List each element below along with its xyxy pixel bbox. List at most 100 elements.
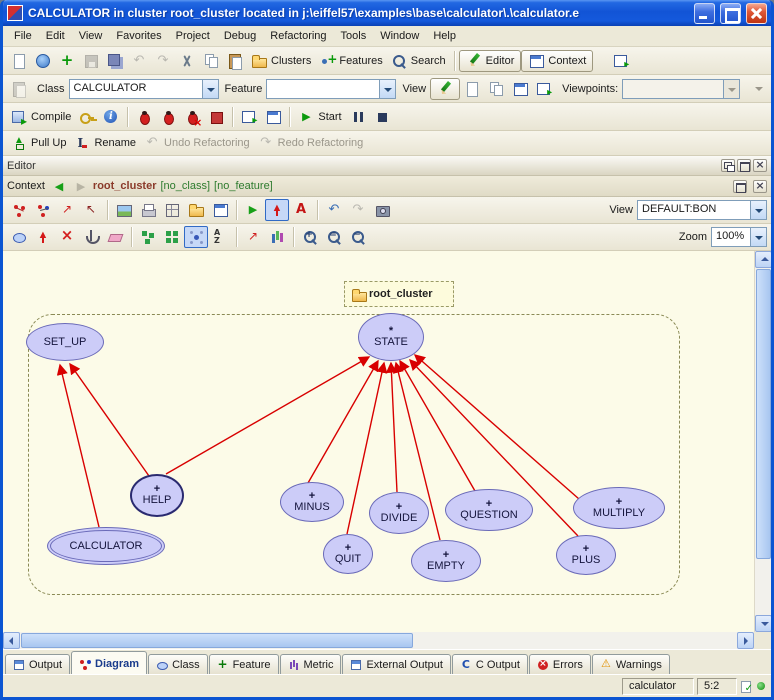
editor-toggle-button[interactable]: Editor bbox=[459, 50, 522, 72]
context-no-feature-crumb[interactable]: [no_feature] bbox=[214, 180, 273, 192]
open-project-button[interactable] bbox=[31, 50, 55, 72]
class-node-help[interactable]: +HELP bbox=[130, 474, 184, 517]
layout-grid-button[interactable] bbox=[160, 199, 184, 221]
tab-warnings[interactable]: Warnings bbox=[592, 654, 670, 674]
redo-button[interactable] bbox=[151, 50, 175, 72]
class-node-calculator[interactable]: CALCULATOR bbox=[47, 527, 165, 565]
zoom-out-button[interactable]: − bbox=[346, 226, 370, 248]
menu-favorites[interactable]: Favorites bbox=[109, 28, 168, 44]
diagram-canvas[interactable]: root_cluster SET_UP*STATE+HELPCALCULATOR… bbox=[3, 251, 754, 632]
class-links-button[interactable] bbox=[7, 199, 31, 221]
context-no-class-crumb[interactable]: [no_class] bbox=[161, 180, 211, 192]
vertical-scroll-track[interactable] bbox=[755, 560, 771, 615]
diagram-undo-button[interactable] bbox=[322, 199, 346, 221]
pull-up-button[interactable]: Pull Up bbox=[7, 132, 70, 154]
class-node-quit[interactable]: +QUIT bbox=[323, 534, 373, 574]
menu-edit[interactable]: Edit bbox=[39, 28, 72, 44]
new-document-button[interactable] bbox=[7, 50, 31, 72]
close-pane-button[interactable] bbox=[753, 159, 767, 172]
context-cluster-crumb[interactable]: root_cluster bbox=[93, 180, 157, 192]
tab-errors[interactable]: Errors bbox=[529, 654, 591, 674]
zoom-in-button[interactable]: + bbox=[298, 226, 322, 248]
close-button[interactable] bbox=[746, 3, 767, 24]
redo-refactoring-button[interactable]: Redo Refactoring bbox=[254, 132, 368, 154]
rename-button[interactable]: Rename bbox=[70, 132, 140, 154]
debug-step-button[interactable] bbox=[156, 106, 180, 128]
diagram-view-combobox[interactable]: DEFAULT:BON bbox=[637, 200, 767, 220]
menu-file[interactable]: File bbox=[7, 28, 39, 44]
text-label-button[interactable] bbox=[289, 199, 313, 221]
clusters-button[interactable]: Clusters bbox=[247, 50, 315, 72]
menu-tools[interactable]: Tools bbox=[334, 28, 374, 44]
zoom-arrow-icon[interactable] bbox=[750, 228, 766, 246]
feature-combobox-arrow-icon[interactable] bbox=[379, 80, 395, 98]
features-button[interactable]: Features bbox=[315, 50, 386, 72]
breakpoints-button[interactable] bbox=[204, 106, 228, 128]
project-info-button[interactable] bbox=[99, 106, 123, 128]
scroll-right-button[interactable] bbox=[737, 632, 754, 649]
menu-debug[interactable]: Debug bbox=[217, 28, 263, 44]
export-image-button[interactable] bbox=[112, 199, 136, 221]
zoom-fit-button[interactable]: = bbox=[322, 226, 346, 248]
attach-window-button[interactable] bbox=[237, 106, 261, 128]
scroll-up-button[interactable] bbox=[755, 251, 772, 268]
vertical-scrollbar[interactable] bbox=[754, 251, 771, 632]
zoom-combobox[interactable]: 100% bbox=[711, 227, 767, 247]
horizontal-scrollbar[interactable] bbox=[3, 632, 754, 649]
flat-view-button[interactable] bbox=[460, 78, 484, 100]
new-inheritance-button[interactable] bbox=[31, 226, 55, 248]
horizontal-scroll-thumb[interactable] bbox=[21, 633, 413, 648]
print-diagram-button[interactable] bbox=[136, 199, 160, 221]
viewpoints-combobox[interactable] bbox=[622, 79, 740, 99]
erase-button[interactable] bbox=[103, 226, 127, 248]
inheritance-mode-button[interactable] bbox=[265, 199, 289, 221]
add-button[interactable] bbox=[55, 50, 79, 72]
class-node-divide[interactable]: +DIVIDE bbox=[369, 492, 429, 534]
viewpoints-combobox-arrow-icon[interactable] bbox=[723, 80, 739, 98]
link-context-button[interactable] bbox=[7, 78, 31, 100]
maximize-button[interactable] bbox=[720, 3, 741, 24]
new-cluster-button[interactable] bbox=[184, 199, 208, 221]
statistics-button[interactable] bbox=[265, 226, 289, 248]
anchor-button[interactable] bbox=[79, 226, 103, 248]
save-button[interactable] bbox=[79, 50, 103, 72]
snapshot-button[interactable] bbox=[370, 199, 394, 221]
save-all-button[interactable] bbox=[103, 50, 127, 72]
client-links-button[interactable] bbox=[79, 199, 103, 221]
cluster-links-button[interactable] bbox=[31, 199, 55, 221]
supplier-links-button[interactable] bbox=[55, 199, 79, 221]
clickable-view-button[interactable] bbox=[484, 78, 508, 100]
history-back-button[interactable] bbox=[49, 178, 67, 195]
maximize-context-button[interactable] bbox=[733, 180, 747, 193]
vertical-scroll-thumb[interactable] bbox=[756, 269, 771, 559]
close-context-button[interactable] bbox=[753, 180, 767, 193]
paste-button[interactable] bbox=[223, 50, 247, 72]
contract-view-button[interactable] bbox=[508, 78, 532, 100]
class-node-minus[interactable]: +MINUS bbox=[280, 482, 344, 522]
force-layout-button[interactable] bbox=[184, 226, 208, 248]
title-bar[interactable]: CALCULATOR in cluster root_cluster locat… bbox=[3, 0, 771, 26]
menu-project[interactable]: Project bbox=[169, 28, 217, 44]
class-node-question[interactable]: +QUESTION bbox=[445, 489, 533, 531]
new-class-button[interactable] bbox=[7, 226, 31, 248]
class-node-state[interactable]: *STATE bbox=[358, 313, 424, 361]
tab-external-output[interactable]: External Output bbox=[342, 654, 450, 674]
diagram-view-arrow-icon[interactable] bbox=[750, 201, 766, 219]
class-node-multiply[interactable]: +MULTIPLY bbox=[573, 487, 665, 529]
feature-combobox[interactable] bbox=[266, 79, 396, 99]
menu-window[interactable]: Window bbox=[373, 28, 426, 44]
context-toggle-button[interactable]: Context bbox=[521, 50, 593, 72]
menu-refactoring[interactable]: Refactoring bbox=[263, 28, 333, 44]
tab-output[interactable]: Output bbox=[5, 654, 70, 674]
freeze-button[interactable] bbox=[75, 106, 99, 128]
undo-refactoring-button[interactable]: Undo Refactoring bbox=[140, 132, 254, 154]
stop-button[interactable] bbox=[370, 106, 394, 128]
pause-button[interactable] bbox=[346, 106, 370, 128]
interface-view-button[interactable] bbox=[532, 78, 556, 100]
float-pane-button[interactable] bbox=[721, 159, 735, 172]
tab-class[interactable]: Class bbox=[148, 654, 208, 674]
undo-button[interactable] bbox=[127, 50, 151, 72]
external-editor-button[interactable] bbox=[609, 50, 633, 72]
tab-metric[interactable]: Metric bbox=[280, 654, 342, 674]
minimize-button[interactable] bbox=[694, 3, 715, 24]
